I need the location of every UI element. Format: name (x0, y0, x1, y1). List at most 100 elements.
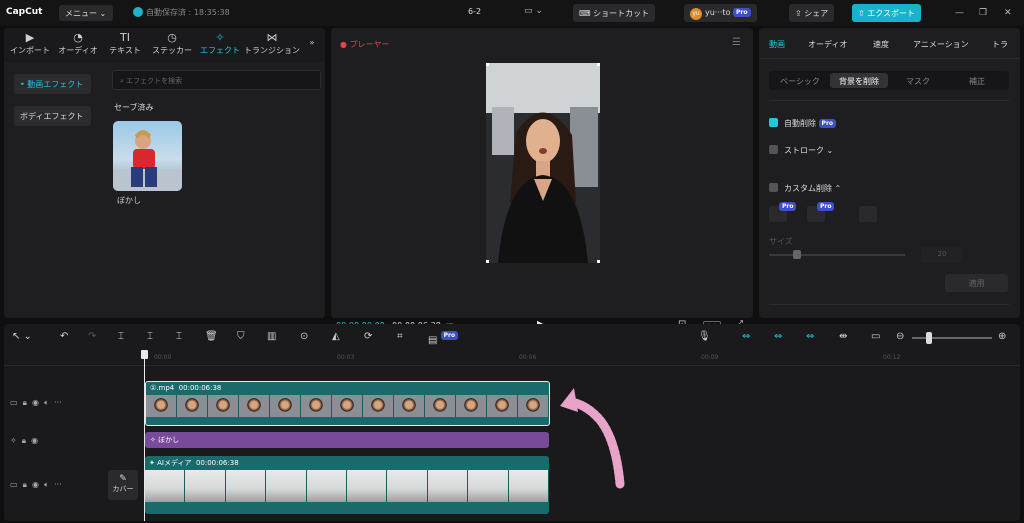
effect-thumbnail[interactable] (113, 121, 182, 191)
media-tabs: ▶ インポート ◔ オーディオ TI テキスト ◷ ステッカー ✧ エフェクト ⋈ トランジ… (4, 28, 325, 62)
speaker-icon[interactable]: 🔈︎ (44, 480, 49, 489)
zoom-in-icon[interactable]: ⊕ (998, 331, 1006, 342)
split-left-icon[interactable]: ⌶ (147, 331, 153, 342)
tab-text[interactable]: TI テキスト (101, 31, 149, 56)
tab-video[interactable]: 動画 (769, 39, 785, 50)
shortcut-button[interactable]: ⌨ ショートカット (573, 4, 656, 22)
resize-handle[interactable] (597, 63, 600, 66)
lock-icon[interactable]: 🔒︎ (23, 480, 27, 489)
more-icon[interactable]: ··· (54, 398, 62, 407)
lock-icon[interactable]: 🔒︎ (22, 436, 26, 445)
more-tabs-icon[interactable]: » (302, 38, 322, 47)
minimize-icon[interactable]: — (955, 8, 964, 18)
checkbox[interactable] (769, 145, 778, 154)
timeline-ruler[interactable]: 00:00 00:03 00:06 00:09 00:12 (4, 352, 1020, 366)
resize-handle[interactable] (597, 260, 600, 263)
clip-duration: 00:00:06:38 (178, 384, 222, 392)
clip-name: ぼかし (158, 436, 180, 444)
rotate-icon[interactable]: ⟳ (364, 331, 372, 342)
fit-timeline-icon[interactable]: ▭ (871, 331, 880, 342)
eye-icon[interactable]: ◉ (31, 436, 38, 445)
reverse-icon[interactable]: ⊙ (300, 331, 308, 342)
effect-search-input[interactable]: ⌕ エフェクトを検索 (112, 70, 321, 90)
resize-handle[interactable] (486, 260, 489, 263)
cover-button[interactable]: ✎ カバー (108, 470, 138, 500)
playhead-handle[interactable] (141, 350, 148, 359)
segment-mask[interactable]: マスク (889, 73, 947, 88)
ai-edit-icon[interactable]: ▤ Pro (428, 331, 459, 346)
effect-clip[interactable]: ✧ ぼかし (145, 432, 549, 448)
ai-media-clip[interactable]: ✦ AIメディア 00:00:06:38 (145, 456, 549, 514)
tab-effects[interactable]: ✧ エフェクト (196, 31, 244, 56)
layout-icon[interactable]: ▭ ⌄ (524, 6, 548, 18)
size-input[interactable]: 20 (921, 247, 963, 263)
custom-remove-option[interactable]: カスタム削除 ⌃ (769, 183, 841, 194)
segment-remove-bg[interactable]: 背景を削除 (830, 73, 888, 88)
tab-audio-settings[interactable]: オーディオ (808, 39, 847, 50)
share-button[interactable]: ⇪ シェア (789, 4, 835, 22)
freeze-icon[interactable]: ▥ (267, 331, 276, 342)
redo-icon[interactable]: ↷ (88, 331, 96, 342)
restore-icon[interactable]: ❐ (979, 8, 987, 18)
auto-snap-icon[interactable]: ⇔ (774, 331, 782, 342)
resize-handle[interactable] (486, 63, 489, 66)
clip-name: ①.mp4 (150, 384, 175, 392)
delete-icon[interactable]: 🗑 (205, 331, 218, 342)
reset-tool-icon[interactable] (859, 206, 877, 222)
user-account-button[interactable]: yu yu···to Pro (684, 4, 757, 22)
export-button[interactable]: ⇧ エクスポート (852, 4, 922, 22)
player-menu-icon[interactable]: ☰ (732, 37, 741, 48)
keyboard-icon: ⌨ (579, 9, 591, 18)
video-preview[interactable] (486, 63, 600, 263)
tab-label: インポート (10, 46, 50, 55)
speaker-icon[interactable]: 🔈︎ (44, 398, 49, 407)
stroke-label: ストローク (784, 146, 824, 155)
main-track-magnet-icon[interactable]: ⇔ (742, 331, 750, 342)
checkbox[interactable] (769, 183, 778, 192)
category-body-effects[interactable]: ボディエフェクト (14, 106, 91, 126)
size-slider[interactable] (769, 254, 905, 256)
checkbox-checked[interactable] (769, 118, 778, 127)
tab-animation[interactable]: アニメーション (913, 39, 969, 50)
microphone-icon[interactable]: 🎙 (698, 331, 711, 342)
select-tool-icon[interactable]: ↖ ⌄ (12, 331, 32, 342)
tab-more[interactable]: トラ (992, 39, 1008, 50)
marker-icon[interactable]: ⛉ (237, 331, 245, 342)
lock-icon[interactable]: 🔒︎ (23, 398, 27, 407)
stroke-option[interactable]: ストローク ⌄ (769, 145, 833, 156)
linkage-icon[interactable]: ⇔ (806, 331, 814, 342)
more-icon[interactable]: ··· (54, 480, 62, 489)
eye-icon[interactable]: ◉ (32, 480, 39, 489)
tab-transition[interactable]: ⋈ トランジション (244, 31, 300, 56)
timeline-panel: ↖ ⌄ ↶ ↷ ⌶ ⌶ ⌶ 🗑 ⛉ ▥ ⊙ ◭ ⟳ ⌗ ▤ Pro 🎙 ⇔ ⇔ … (4, 324, 1020, 521)
mirror-icon[interactable]: ◭ (332, 331, 340, 342)
size-slider-handle[interactable] (793, 250, 801, 259)
close-icon[interactable]: ✕ (1004, 8, 1012, 18)
tab-import[interactable]: ▶ インポート (6, 31, 54, 56)
pro-badge: Pro (440, 331, 459, 340)
eye-icon[interactable]: ◉ (32, 398, 39, 407)
undo-icon[interactable]: ↶ (60, 331, 68, 342)
segment-adjust[interactable]: 補正 (948, 73, 1006, 88)
zoom-slider[interactable] (912, 337, 992, 339)
tab-sticker[interactable]: ◷ ステッカー (148, 31, 196, 56)
audio-icon: ◔ (73, 31, 83, 44)
ai-icon: ✦ (149, 459, 155, 467)
auto-remove-option[interactable]: 自動削除 Pro (769, 118, 837, 129)
tab-audio[interactable]: ◔ オーディオ (54, 31, 102, 56)
category-video-effects[interactable]: • 動画エフェクト (14, 74, 91, 94)
tab-speed[interactable]: 速度 (873, 39, 889, 50)
zoom-slider-handle[interactable] (926, 332, 932, 344)
video-clip[interactable]: ①.mp4 00:00:06:38 (145, 381, 550, 426)
apply-button[interactable]: 適用 (945, 274, 1008, 292)
split-icon[interactable]: ⌶ (118, 331, 124, 342)
split-right-icon[interactable]: ⌶ (176, 331, 182, 342)
shortcut-label: ショートカット (593, 9, 650, 18)
zoom-out-icon[interactable]: ⊖ (896, 331, 904, 342)
ruler-tick: 00:00 (154, 354, 172, 361)
menu-button[interactable]: メニュー ⌄ (59, 5, 113, 21)
clip-filmstrip (146, 395, 549, 417)
segment-basic[interactable]: ベーシック (771, 73, 829, 88)
crop-icon[interactable]: ⌗ (397, 331, 403, 342)
preview-axis-icon[interactable]: ⇹ (839, 331, 847, 342)
